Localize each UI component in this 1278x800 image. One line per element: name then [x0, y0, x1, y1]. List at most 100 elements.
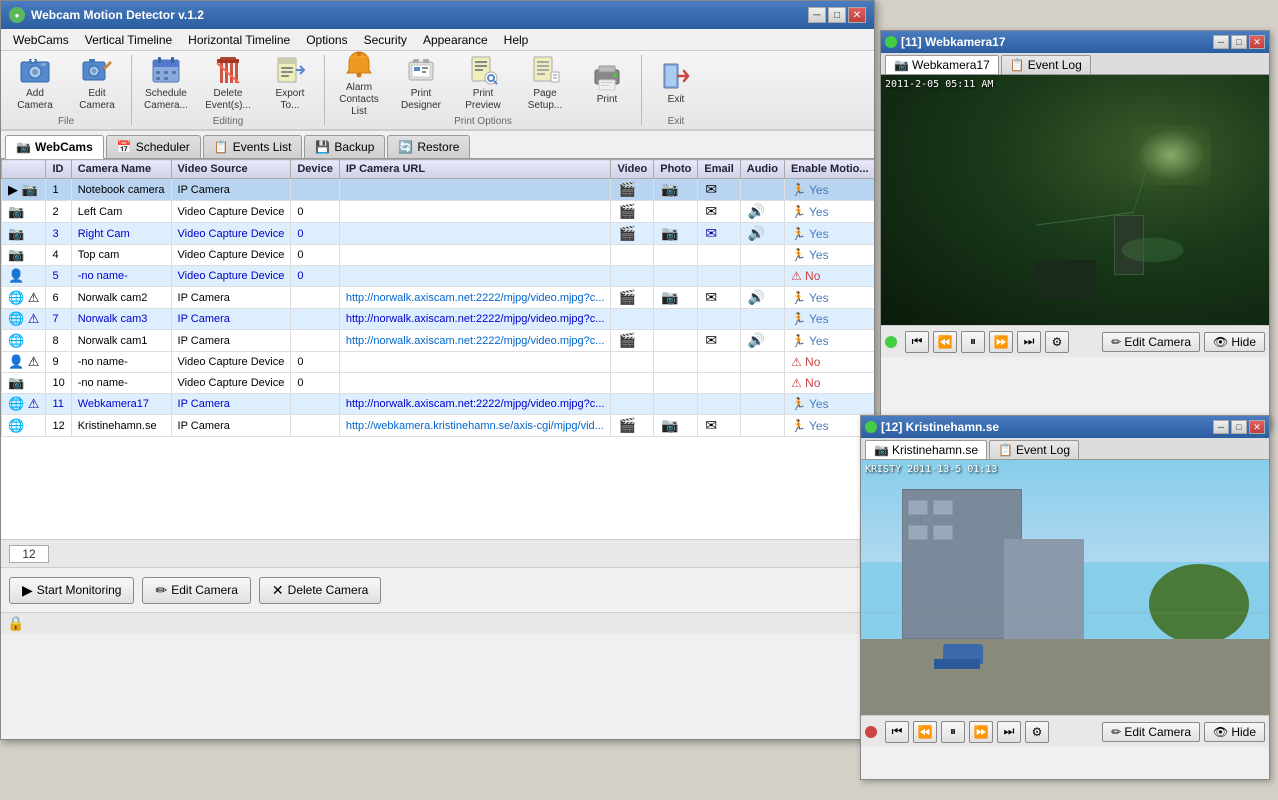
cam2-pause[interactable]: ⏸: [941, 721, 965, 743]
print-designer-icon: [405, 54, 437, 86]
edit-camera-bottom-button[interactable]: ✏ Edit Camera: [142, 577, 250, 604]
table-row[interactable]: 🌐 8 Norwalk cam1 IP Camera http://norwal…: [2, 330, 875, 352]
col-enable-motion[interactable]: Enable Motio...: [784, 160, 874, 179]
cam2-timestamp: KRISTY 2011-13-5 01:13: [865, 464, 997, 475]
close-button[interactable]: ✕: [848, 7, 866, 23]
start-monitoring-button[interactable]: ▶ Start Monitoring: [9, 577, 134, 604]
cam1-event-log-label: Event Log: [1028, 58, 1082, 72]
add-camera-button[interactable]: AddCamera: [5, 53, 65, 113]
menu-vertical-timeline[interactable]: Vertical Timeline: [77, 31, 180, 49]
menu-horizontal-timeline[interactable]: Horizontal Timeline: [180, 31, 298, 49]
row-photo: [654, 352, 698, 373]
cam2-hide-button[interactable]: 👁 Hide: [1204, 722, 1265, 742]
table-row[interactable]: 🌐 12 Kristinehamn.se IP Camera http://we…: [2, 415, 875, 437]
col-ip-url[interactable]: IP Camera URL: [339, 160, 611, 179]
cam2-next[interactable]: ⏩: [969, 721, 993, 743]
col-email[interactable]: Email: [698, 160, 740, 179]
toolbar-editing-section: ScheduleCamera...: [132, 51, 324, 129]
alarm-contacts-button[interactable]: AlarmContacts List: [329, 53, 389, 113]
row-email: [698, 373, 740, 394]
cam1-event-log-tab[interactable]: 📋 Event Log: [1001, 55, 1091, 74]
export-to-button[interactable]: ExportTo...: [260, 53, 320, 113]
row-motion: 🏃 Yes: [784, 201, 874, 223]
tab-events-list[interactable]: 📋 Events List: [203, 135, 303, 158]
exit-button[interactable]: Exit: [646, 53, 706, 113]
menu-security[interactable]: Security: [356, 31, 415, 49]
tab-scheduler[interactable]: 📅 Scheduler: [106, 135, 201, 158]
tab-backup[interactable]: 💾 Backup: [304, 135, 385, 158]
col-video[interactable]: Video: [611, 160, 654, 179]
delete-camera-bottom-button[interactable]: ✕ Delete Camera: [259, 577, 381, 604]
minimize-button[interactable]: ─: [808, 7, 826, 23]
menu-webcams[interactable]: WebCams: [5, 31, 77, 49]
cam1-status-dot: [885, 36, 897, 48]
cam2-skip-end[interactable]: ⏭: [997, 721, 1021, 743]
schedule-camera-button[interactable]: ScheduleCamera...: [136, 53, 196, 113]
cam2-prev[interactable]: ⏪: [913, 721, 937, 743]
row-camera-name: Notebook camera: [71, 179, 171, 201]
toolbar-print-buttons: AlarmContacts List: [325, 51, 641, 115]
table-row[interactable]: ▶ 📷 1 Notebook camera IP Camera 🎬 📷 ✉ 🏃 …: [2, 179, 875, 201]
cam2-restore[interactable]: □: [1231, 420, 1247, 434]
row-camera-name: Left Cam: [71, 201, 171, 223]
table-row[interactable]: 🌐 ⚠ 11 Webkamera17 IP Camera http://norw…: [2, 394, 875, 415]
edit-camera-toolbar-button[interactable]: EditCamera: [67, 53, 127, 113]
cam2-close[interactable]: ✕: [1249, 420, 1265, 434]
tab-restore[interactable]: 🔄 Restore: [387, 135, 470, 158]
cam2-event-log-tab[interactable]: 📋 Event Log: [989, 440, 1079, 459]
header-row: ID Camera Name Video Source Device IP Ca…: [2, 160, 875, 179]
cam1-hide-button[interactable]: 👁 Hide: [1204, 332, 1265, 352]
cam1-skip-end[interactable]: ⏭: [1017, 331, 1041, 353]
col-audio[interactable]: Audio: [740, 160, 784, 179]
table-row[interactable]: 📷 4 Top cam Video Capture Device 0 🏃 Yes: [2, 245, 875, 266]
camera-count: 12: [9, 545, 49, 563]
col-camera-name[interactable]: Camera Name: [71, 160, 171, 179]
app-title: Webcam Motion Detector v.1.2: [31, 8, 204, 22]
cam1-pause[interactable]: ⏸: [961, 331, 985, 353]
menu-appearance[interactable]: Appearance: [415, 31, 496, 49]
restore-button[interactable]: □: [828, 7, 846, 23]
row-url: [339, 373, 611, 394]
cam2-skip-start[interactable]: ⏮: [885, 721, 909, 743]
cam1-next[interactable]: ⏩: [989, 331, 1013, 353]
cam1-camera-tab[interactable]: 📷 Webkamera17: [885, 55, 999, 74]
print-preview-button[interactable]: PrintPreview: [453, 53, 513, 113]
table-row[interactable]: 🌐 ⚠ 7 Norwalk cam3 IP Camera http://norw…: [2, 309, 875, 330]
print-button[interactable]: Print: [577, 53, 637, 113]
col-id[interactable]: ID: [46, 160, 71, 179]
table-row[interactable]: 📷 2 Left Cam Video Capture Device 0 🎬 ✉ …: [2, 201, 875, 223]
cam1-settings[interactable]: ⚙: [1045, 331, 1069, 353]
col-device[interactable]: Device: [291, 160, 339, 179]
table-row[interactable]: 📷 10 -no name- Video Capture Device 0 ⚠ …: [2, 373, 875, 394]
delete-camera-bottom-icon: ✕: [272, 582, 284, 599]
cam2-log-icon: 📋: [998, 443, 1013, 457]
row-device: [291, 309, 339, 330]
cam1-restore[interactable]: □: [1231, 35, 1247, 49]
row-motion: 🏃 Yes: [784, 330, 874, 352]
table-row[interactable]: 📷 3 Right Cam Video Capture Device 0 🎬 📷…: [2, 223, 875, 245]
tab-webcams[interactable]: 📷 WebCams: [5, 135, 104, 159]
table-row[interactable]: 👤 5 -no name- Video Capture Device 0 ⚠ N…: [2, 266, 875, 287]
cam2-settings[interactable]: ⚙: [1025, 721, 1049, 743]
print-designer-button[interactable]: PrintDesigner: [391, 53, 451, 113]
cam1-close[interactable]: ✕: [1249, 35, 1265, 49]
export-label: ExportTo...: [276, 88, 305, 112]
menu-help[interactable]: Help: [496, 31, 537, 49]
print-icon: [591, 60, 623, 92]
cam1-edit-camera-button[interactable]: ✏ Edit Camera: [1102, 332, 1200, 352]
cam2-camera-tab[interactable]: 📷 Kristinehamn.se: [865, 440, 987, 459]
camera-table: ID Camera Name Video Source Device IP Ca…: [1, 159, 874, 437]
table-row[interactable]: 🌐 ⚠ 6 Norwalk cam2 IP Camera http://norw…: [2, 287, 875, 309]
page-setup-button[interactable]: PageSetup...: [515, 53, 575, 113]
cam1-prev[interactable]: ⏪: [933, 331, 957, 353]
col-photo[interactable]: Photo: [654, 160, 698, 179]
delete-events-button[interactable]: DeleteEvent(s)...: [198, 53, 258, 113]
table-row[interactable]: 👤 ⚠ 9 -no name- Video Capture Device 0 ⚠…: [2, 352, 875, 373]
cam2-minimize[interactable]: ─: [1213, 420, 1229, 434]
col-video-source[interactable]: Video Source: [171, 160, 291, 179]
cam2-edit-camera-button[interactable]: ✏ Edit Camera: [1102, 722, 1200, 742]
row-camera-name: Norwalk cam3: [71, 309, 171, 330]
cam1-minimize[interactable]: ─: [1213, 35, 1229, 49]
cam1-skip-start[interactable]: ⏮: [905, 331, 929, 353]
menu-options[interactable]: Options: [298, 31, 355, 49]
